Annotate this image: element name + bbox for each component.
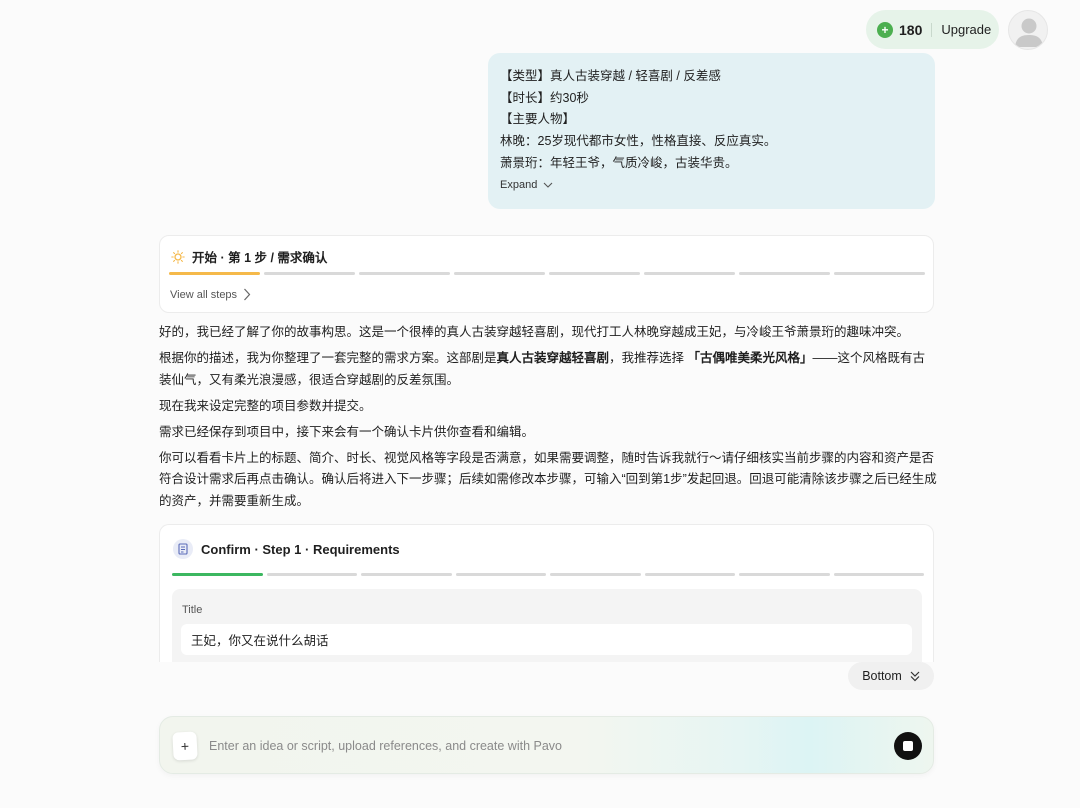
progress-segment [172, 573, 263, 576]
divider [931, 22, 933, 37]
user-message-line: 林晚：25岁现代都市女性，性格直接、反应真实。 [500, 134, 777, 149]
user-message-line: 萧景珩：年轻王爷，气质冷峻，古装华贵。 [500, 155, 738, 170]
double-chevron-down-icon [910, 671, 920, 681]
assistant-paragraph: 需求已经保存到项目中，接下来会有一个确认卡片供你查看和编辑。 [159, 424, 535, 439]
prompt-input[interactable] [209, 736, 909, 756]
user-message-bubble: 【类型】真人古装穿越 / 轻喜剧 / 反差感 【时长】约30秒 【主要人物】 林… [488, 53, 935, 209]
text-span: 根据你的描述，我为你整理了一套完整的需求方案。这部剧是 [159, 351, 497, 365]
step-progress-bar [169, 272, 925, 275]
confirm-card: Confirm · Step 1 · Requirements Title [159, 524, 934, 662]
progress-segment [264, 272, 355, 275]
document-icon [173, 539, 193, 559]
progress-segment [169, 272, 260, 275]
assistant-paragraph: 好的，我已经了解了你的故事构思。这是一个很棒的真人古装穿越轻喜剧，现代打工人林晚… [159, 325, 910, 339]
progress-segment [266, 573, 357, 576]
view-all-steps-label: View all steps [170, 288, 238, 301]
scroll-to-bottom-button[interactable]: Bottom [848, 662, 934, 690]
user-message-line: 【类型】真人古装穿越 / 轻喜剧 / 反差感 [500, 69, 721, 83]
upgrade-button[interactable]: Upgrade [941, 22, 991, 37]
title-field-group: Title [172, 589, 922, 662]
progress-segment [644, 272, 735, 275]
expand-button[interactable]: Expand [500, 179, 923, 191]
progress-segment [739, 573, 830, 576]
assistant-message: 好的，我已经了解了你的故事构思。这是一个很棒的真人古装穿越轻喜剧，现代打工人林晚… [159, 322, 937, 517]
text-span: ，我推荐选择 [609, 351, 688, 365]
title-field-label: Title [182, 604, 203, 616]
progress-segment [549, 272, 640, 275]
confirm-card-header: Confirm · Step 1 · Requirements [173, 539, 400, 559]
expand-label: Expand [500, 178, 538, 191]
step-progress-card: 开始 · 第 1 步 / 需求确认 View all steps [159, 235, 934, 313]
progress-segment [454, 272, 545, 275]
plus-coin-icon: + [877, 21, 893, 38]
composer: + [159, 716, 934, 774]
bold-text: 「古偶唯美柔光风格」 [687, 351, 813, 365]
chevron-right-icon [244, 288, 251, 301]
step-card-title: 开始 · 第 1 步 / 需求确认 [192, 251, 328, 265]
progress-segment [361, 573, 452, 576]
stop-button[interactable] [894, 732, 922, 760]
credit-count: 180 [899, 21, 923, 38]
confirm-card-title: Confirm · Step 1 · Requirements [201, 541, 400, 557]
user-avatar-icon [1015, 18, 1043, 47]
title-input[interactable] [181, 624, 912, 655]
progress-segment [359, 272, 450, 275]
user-avatar[interactable] [1008, 10, 1048, 50]
step-card-header: 开始 · 第 1 步 / 需求确认 [171, 247, 327, 266]
sun-icon [171, 249, 185, 264]
confirm-progress-bar [172, 573, 924, 576]
progress-segment [739, 272, 830, 275]
progress-segment [834, 272, 925, 275]
stop-icon [903, 741, 913, 751]
progress-segment [644, 573, 735, 576]
user-message-line: 【主要人物】 [500, 112, 576, 127]
assistant-paragraph: 你可以看看卡片上的标题、简介、时长、视觉风格等字段是否满意，如果需要调整，随时告… [159, 450, 937, 509]
assistant-paragraph: 根据你的描述，我为你整理了一套完整的需求方案。这部剧是真人古装穿越轻喜剧，我推荐… [159, 348, 937, 391]
bottom-label: Bottom [862, 669, 902, 683]
view-all-steps-link[interactable]: View all steps [170, 288, 251, 301]
credits-pill: + 180 Upgrade [866, 10, 999, 49]
add-attachment-button[interactable]: + [172, 731, 198, 761]
assistant-paragraph: 现在我来设定完整的项目参数并提交。 [159, 398, 372, 413]
progress-segment [550, 573, 641, 576]
bold-text: 真人古装穿越轻喜剧 [496, 351, 610, 365]
chevron-down-icon [543, 182, 553, 188]
progress-segment [833, 573, 924, 576]
user-message-line: 【时长】约30秒 [500, 90, 589, 105]
progress-segment [455, 573, 546, 576]
